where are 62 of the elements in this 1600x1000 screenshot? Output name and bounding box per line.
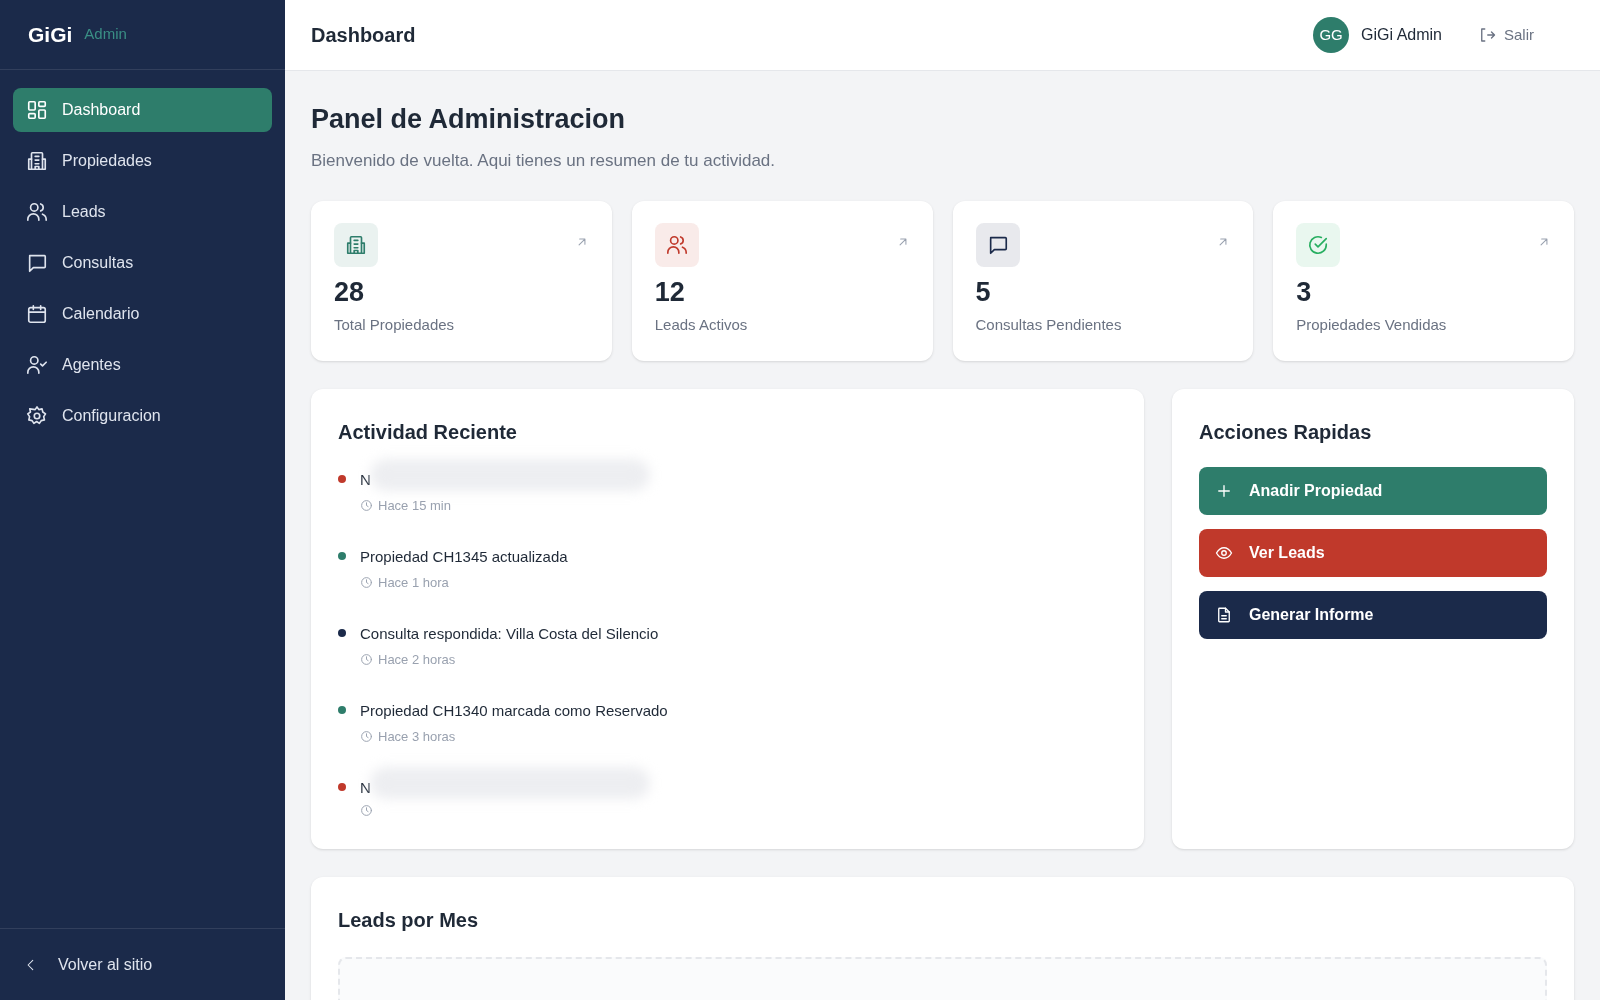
document-icon [1215,606,1233,624]
activity-time: Hace 1 hora [378,573,449,592]
activity-time: Hace 3 horas [378,727,456,746]
quick-action-button[interactable]: Anadir Propiedad [1199,467,1547,515]
page-subtitle: Bienvenido de vuelta. Aqui tienes un resumen de tu actividad. [311,149,777,172]
stat-label: Propiedades Vendidas [1296,315,1448,335]
stat-label: Leads Activos [654,315,749,335]
logo: GiGi [28,21,73,48]
calendar-icon [26,303,48,325]
clock-icon [360,575,373,589]
clock-icon [360,729,373,743]
stat-value: 28 [334,279,366,306]
activity-time: Hace 15 min [378,496,451,515]
stat-value: 3 [1296,279,1313,306]
check-circle-icon [1307,234,1330,256]
clock-icon [360,498,373,512]
page-header-title: Dashboard [311,23,416,48]
stat-value: 5 [975,279,992,306]
eye-icon [1215,544,1233,562]
card-title: Actividad Reciente [338,420,518,445]
sidebar-item[interactable]: Leads [13,190,272,234]
stat-card[interactable]: 5 Consultas Pendientes [952,201,1254,361]
logout-icon [1478,26,1496,44]
chat-bubble-icon [26,252,48,274]
sidebar-item[interactable]: Consultas [13,241,272,285]
stat-card[interactable]: 28 Total Propiedades [311,201,612,361]
activity-text: N [360,778,372,798]
activity-text: Consulta respondida: Villa Costa del Silencio [360,624,659,644]
building-icon [345,234,367,256]
activity-text: Propiedad CH1345 actualizada [360,547,568,567]
stat-card[interactable]: 12 Leads Activos [631,201,933,361]
card-title: Acciones Rapidas [1199,420,1373,445]
activity-text: N [360,470,372,490]
user-check-icon [26,354,48,376]
card-title: Leads por Mes [338,908,480,933]
stat-value: 12 [654,279,686,306]
grid-icon [26,99,48,121]
logout-link[interactable]: Salir [1478,23,1534,47]
quick-action-button[interactable]: Generar Informe [1199,591,1547,639]
user-avatar[interactable]: GG [1313,17,1350,53]
building-icon [26,150,48,172]
plus-icon [1215,482,1233,500]
stat-label: Consultas Pendientes [975,315,1123,335]
stat-card[interactable]: 3 Propiedades Vendidas [1273,201,1574,361]
page-title: Panel de Administracion [311,103,627,136]
users-icon [26,201,48,223]
sidebar-item[interactable]: Propiedades [13,139,272,183]
activity-text: Propiedad CH1340 marcada como Reservado [360,701,668,721]
sidebar-item[interactable]: Calendario [13,292,272,336]
back-link[interactable]: Volver al sitio [24,952,153,977]
users-icon [665,234,688,256]
activity-time: Hace 2 horas [378,650,456,669]
quick-action-button[interactable]: Ver Leads [1199,529,1547,577]
sidebar-item[interactable]: Dashboard [13,88,272,132]
sidebar-item[interactable]: Agentes [13,343,272,387]
stat-label: Total Propiedades [334,315,456,335]
clock-icon [360,652,373,666]
gear-icon [26,405,48,427]
clock-icon [360,803,373,817]
logo-tag: Admin [84,23,127,46]
user-name: GiGi Admin [1361,25,1442,45]
sidebar-item[interactable]: Configuracion [13,394,272,438]
